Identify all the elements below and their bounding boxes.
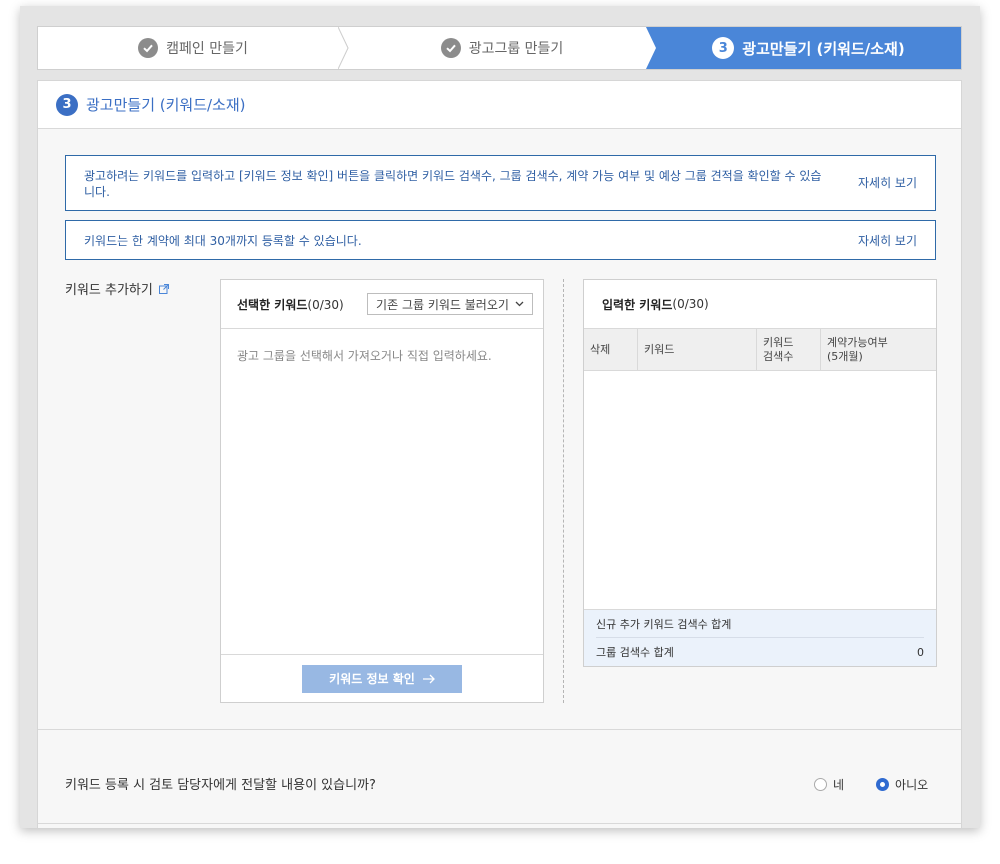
selected-keywords-count: (0/30) [307, 297, 344, 312]
radio-label: 네 [833, 778, 845, 792]
panel-header: 3 광고만들기 (키워드/소재) [38, 81, 961, 129]
input-keywords-box: 입력한 키워드 (0/30) 삭제 키워드 키워드 검색수 계약가능여부 (5개월… [583, 279, 937, 667]
input-keywords-count: (0/30) [672, 297, 709, 311]
step-campaign: 캠페인 만들기 [38, 27, 349, 69]
col-search-count: 키워드 검색수 [757, 329, 821, 370]
dropdown-label: 기존 그룹 키워드 불러오기 [376, 297, 509, 312]
review-question: 키워드 등록 시 검토 담당자에게 전달할 내용이 있습니까? [65, 778, 376, 793]
dashed-divider [563, 279, 564, 703]
step-ad-active: 3 광고만들기 (키워드/소재) [656, 27, 961, 69]
step-adgroup: 광고그룹 만들기 [348, 27, 666, 69]
check-circle-icon [440, 38, 461, 58]
input-keywords-title: 입력한 키워드 [602, 297, 673, 312]
step-progress: 캠페인 만들기 광고그룹 만들기 3 광고만들기 (키워드/소재) [37, 26, 962, 70]
section-divider [38, 823, 961, 824]
more-link[interactable]: 자세히 보기 [858, 175, 917, 191]
section-divider [38, 729, 961, 730]
col-contract-availability: 계약가능여부 (5개월) [827, 335, 888, 363]
step-separator [338, 27, 349, 69]
ad-create-panel: 3 광고만들기 (키워드/소재) 광고하려는 키워드를 입력하고 [키워드 정보… [37, 80, 962, 828]
selected-keywords-footer: 키워드 정보 확인 [221, 654, 543, 702]
more-link[interactable]: 자세히 보기 [858, 233, 917, 249]
keyword-add-text: 키워드 추가하기 [65, 283, 153, 298]
selected-keywords-title: 선택한 키워드 [237, 297, 308, 312]
notice-keyword-limit: 키워드는 한 계약에 최대 30개까지 등록할 수 있습니다. 자세히 보기 [65, 220, 936, 260]
radio-yes[interactable]: 네 [814, 776, 844, 793]
selected-keywords-box: 선택한 키워드(0/30) 기존 그룹 키워드 불러오기 광고 그룹을 선택해서… [220, 279, 544, 703]
search-sum-area: 신규 추가 키워드 검색수 합계 그룹 검색수 합계 0 [584, 609, 936, 666]
chevron-down-icon [515, 301, 524, 307]
step-number-badge: 3 [56, 93, 78, 116]
notice-text: 광고하려는 키워드를 입력하고 [키워드 정보 확인] 버튼을 클릭하면 키워드… [84, 169, 822, 199]
review-radio-group: 네 아니오 [814, 776, 928, 793]
step-label: 광고그룹 만들기 [468, 41, 564, 57]
keyword-table-header: 삭제 키워드 키워드 검색수 계약가능여부 (5개월) [584, 329, 936, 371]
keyword-add-label: 키워드 추가하기 [65, 279, 169, 298]
keyword-info-confirm-button[interactable]: 키워드 정보 확인 [302, 664, 462, 693]
keyword-input-area[interactable]: 광고 그룹을 선택해서 가져오거나 직접 입력하세요. [221, 329, 543, 382]
selected-keywords-header: 선택한 키워드(0/30) 기존 그룹 키워드 불러오기 [221, 280, 543, 329]
sum-row-new: 신규 추가 키워드 검색수 합계 [596, 610, 924, 638]
selected-keywords-heading: 선택한 키워드(0/30) [237, 296, 344, 313]
step-label: 광고만들기 (키워드/소재) [742, 39, 905, 58]
input-keywords-header: 입력한 키워드 (0/30) [584, 280, 936, 329]
arrow-right-icon [422, 674, 435, 683]
external-link-icon[interactable] [158, 283, 169, 294]
check-circle-icon [138, 38, 159, 58]
step-separator [646, 27, 666, 69]
panel-title: 광고만들기 (키워드/소재) [86, 96, 246, 114]
notice-text: 키워드는 한 계약에 최대 30개까지 등록할 수 있습니다. [84, 234, 362, 248]
radio-no[interactable]: 아니오 [876, 776, 928, 793]
app-frame: 캠페인 만들기 광고그룹 만들기 3 광고만들기 (키워드/소재) 3 광고만들… [20, 6, 980, 828]
sum-label: 신규 추가 키워드 검색수 합계 [596, 617, 732, 631]
sum-value: 0 [917, 645, 924, 659]
radio-checked-icon [876, 778, 890, 791]
radio-label: 아니오 [895, 778, 929, 792]
load-group-keywords-dropdown[interactable]: 기존 그룹 키워드 불러오기 [367, 293, 533, 315]
confirm-button-label: 키워드 정보 확인 [329, 672, 415, 686]
step-number-badge: 3 [712, 37, 735, 59]
radio-unchecked-icon [814, 778, 827, 791]
notice-keyword-info: 광고하려는 키워드를 입력하고 [키워드 정보 확인] 버튼을 클릭하면 키워드… [65, 155, 936, 211]
sum-label: 그룹 검색수 합계 [596, 646, 674, 659]
sum-row-group: 그룹 검색수 합계 0 [596, 638, 924, 666]
col-keyword: 키워드 [638, 329, 757, 370]
step-label: 캠페인 만들기 [166, 41, 248, 57]
col-delete: 삭제 [584, 329, 638, 370]
